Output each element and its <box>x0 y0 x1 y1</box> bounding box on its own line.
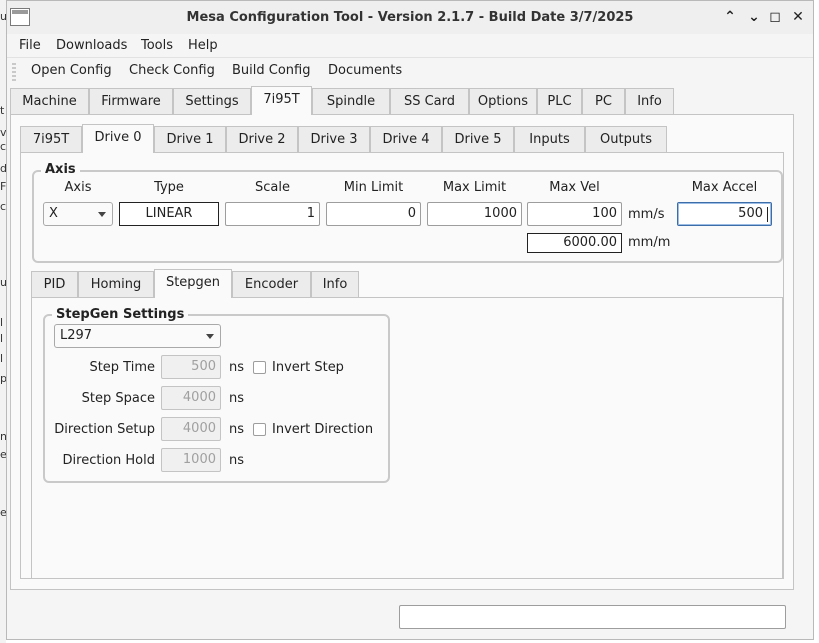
status-field <box>399 605 786 629</box>
open-config-button[interactable]: Open Config <box>23 59 120 87</box>
subtab-drive-2[interactable]: Drive 2 <box>226 126 298 152</box>
minimize-icon[interactable]: ⌃ <box>720 7 740 27</box>
type-field: LINEAR <box>119 202 219 226</box>
max-accel-input[interactable]: 500 <box>677 202 772 226</box>
tab-info[interactable]: Info <box>625 88 674 114</box>
menu-bar: File Downloads Tools Help <box>7 34 813 58</box>
direction-hold-unit: ns <box>229 453 245 468</box>
tab-pid[interactable]: PID <box>31 271 78 297</box>
subtab-drive-4[interactable]: Drive 4 <box>370 126 442 152</box>
min-limit-header: Min Limit <box>343 180 404 195</box>
menu-tools[interactable]: Tools <box>135 34 179 58</box>
subtab-outputs[interactable]: Outputs <box>585 126 667 152</box>
tab-options[interactable]: Options <box>469 88 537 114</box>
main-window: Mesa Configuration Tool - Version 2.1.7 … <box>6 0 814 640</box>
direction-hold-input[interactable]: 1000 <box>161 448 221 472</box>
direction-setup-unit: ns <box>229 422 245 437</box>
tab-settings[interactable]: Settings <box>173 88 251 114</box>
max-vel-unit: mm/s <box>628 207 665 222</box>
invert-step-checkbox[interactable] <box>253 361 266 374</box>
step-time-input[interactable]: 500 <box>161 355 221 379</box>
tab-homing[interactable]: Homing <box>78 271 154 297</box>
restore-icon[interactable]: ⌄ <box>744 7 764 27</box>
tab-machine[interactable]: Machine <box>10 88 89 114</box>
tab-drive-info[interactable]: Info <box>311 271 359 297</box>
documents-button[interactable]: Documents <box>320 59 410 87</box>
text-cursor <box>767 207 768 222</box>
axis-group-title: Axis <box>41 162 80 177</box>
subtab-drive-1[interactable]: Drive 1 <box>154 126 226 152</box>
invert-step-label: Invert Step <box>272 360 344 375</box>
chevron-down-icon <box>98 212 106 217</box>
maximize-icon[interactable]: ◻ <box>765 7 785 27</box>
tab-stepgen[interactable]: Stepgen <box>154 269 232 298</box>
subtab-inputs[interactable]: Inputs <box>514 126 585 152</box>
toolbar-grip-icon[interactable] <box>12 63 16 83</box>
direction-setup-label: Direction Setup <box>54 422 155 437</box>
stepgen-driver-value: L297 <box>60 328 93 343</box>
subtab-7i95t[interactable]: 7i95T <box>20 126 82 152</box>
step-time-unit: ns <box>229 360 245 375</box>
step-space-unit: ns <box>229 391 245 406</box>
tab-spindle[interactable]: Spindle <box>312 88 390 114</box>
toolbar: Open Config Check Config Build Config Do… <box>7 59 813 87</box>
invert-direction-label: Invert Direction <box>272 422 374 437</box>
tab-encoder[interactable]: Encoder <box>232 271 311 297</box>
step-space-input[interactable]: 4000 <box>161 386 221 410</box>
chevron-down-icon <box>206 334 214 339</box>
direction-setup-input[interactable]: 4000 <box>161 417 221 441</box>
max-limit-input[interactable]: 1000 <box>427 202 522 226</box>
direction-hold-label: Direction Hold <box>62 453 155 468</box>
build-config-button[interactable]: Build Config <box>224 59 318 87</box>
subtab-drive-5[interactable]: Drive 5 <box>442 126 514 152</box>
tab-ss-card[interactable]: SS Card <box>390 88 469 114</box>
step-time-label: Step Time <box>89 360 155 375</box>
max-accel-header: Max Accel <box>691 180 758 195</box>
scale-input[interactable]: 1 <box>225 202 320 226</box>
max-vel-header: Max Vel <box>549 180 600 195</box>
axis-select[interactable]: X <box>43 202 113 226</box>
max-accel-value: 500 <box>738 206 763 221</box>
axis-header: Axis <box>64 180 92 195</box>
invert-direction-checkbox[interactable] <box>253 423 266 436</box>
check-config-button[interactable]: Check Config <box>121 59 223 87</box>
axis-select-value: X <box>49 206 58 221</box>
tab-firmware[interactable]: Firmware <box>89 88 173 114</box>
menu-downloads[interactable]: Downloads <box>50 34 133 58</box>
max-vel-mm-min-field: 6000.00 <box>527 233 622 253</box>
min-limit-input[interactable]: 0 <box>326 202 421 226</box>
stepgen-driver-select[interactable]: L297 <box>54 324 221 348</box>
max-limit-header: Max Limit <box>442 180 507 195</box>
stepgen-settings-title: StepGen Settings <box>52 307 189 322</box>
step-space-label: Step Space <box>81 391 155 406</box>
close-icon[interactable]: ✕ <box>788 7 808 27</box>
max-vel-input[interactable]: 100 <box>527 202 622 226</box>
menu-help[interactable]: Help <box>182 34 224 58</box>
subtab-drive-0[interactable]: Drive 0 <box>82 124 154 153</box>
window-title: Mesa Configuration Tool - Version 2.1.7 … <box>186 10 634 25</box>
tab-plc[interactable]: PLC <box>537 88 582 114</box>
subtab-drive-3[interactable]: Drive 3 <box>298 126 370 152</box>
title-bar: Mesa Configuration Tool - Version 2.1.7 … <box>7 1 813 34</box>
tab-7i95t[interactable]: 7i95T <box>251 86 312 115</box>
menu-file[interactable]: File <box>13 34 47 58</box>
type-header: Type <box>154 180 184 195</box>
tab-pc[interactable]: PC <box>582 88 625 114</box>
scale-header: Scale <box>255 180 290 195</box>
mm-min-unit: mm/m <box>628 235 671 250</box>
